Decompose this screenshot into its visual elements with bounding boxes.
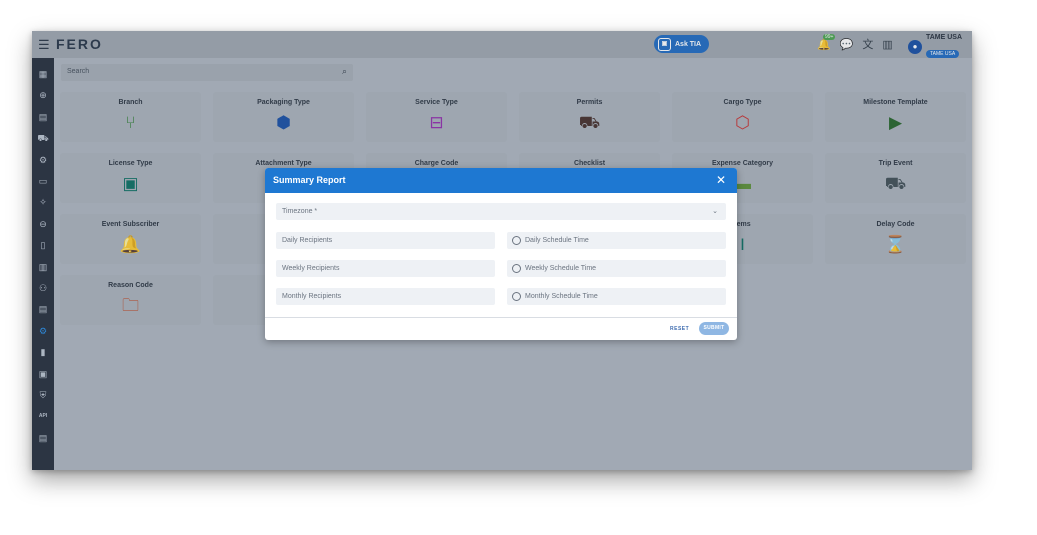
weekly-recipients-field[interactable]: Weekly Recipients xyxy=(276,260,495,277)
submit-button[interactable]: SUBMIT xyxy=(699,322,729,335)
daily-schedule-time-field[interactable]: Daily Schedule Time xyxy=(507,232,726,249)
clock-icon xyxy=(512,264,521,273)
app-window: ☰ FERO ▣ Ask TIA 🔔 99+ 💬 文 ▥ ● TAME USA T… xyxy=(32,31,972,470)
clock-icon xyxy=(512,292,521,301)
timezone-label: Timezone * xyxy=(282,208,318,215)
daily-recipients-label: Daily Recipients xyxy=(282,237,333,244)
weekly-schedule-time-field[interactable]: Weekly Schedule Time xyxy=(507,260,726,277)
dialog-title: Summary Report xyxy=(273,175,346,185)
monthly-schedule-time-field[interactable]: Monthly Schedule Time xyxy=(507,288,726,305)
reset-button[interactable]: RESET xyxy=(670,326,689,332)
monthly-time-label: Monthly Schedule Time xyxy=(525,293,598,300)
summary-report-dialog: Summary Report ✕ Timezone * ⌄ Daily Reci… xyxy=(265,168,737,340)
chevron-down-icon: ⌄ xyxy=(712,208,718,215)
clock-icon xyxy=(512,236,521,245)
timezone-select[interactable]: Timezone * ⌄ xyxy=(276,203,726,220)
close-icon[interactable]: ✕ xyxy=(716,173,726,187)
weekly-time-label: Weekly Schedule Time xyxy=(525,265,597,272)
daily-recipients-field[interactable]: Daily Recipients xyxy=(276,232,495,249)
daily-time-label: Daily Schedule Time xyxy=(525,237,589,244)
weekly-recipients-label: Weekly Recipients xyxy=(282,265,340,272)
monthly-recipients-label: Monthly Recipients xyxy=(282,293,342,300)
dialog-header: Summary Report ✕ xyxy=(265,168,737,193)
monthly-recipients-field[interactable]: Monthly Recipients xyxy=(276,288,495,305)
dialog-footer: RESET SUBMIT xyxy=(265,317,737,340)
